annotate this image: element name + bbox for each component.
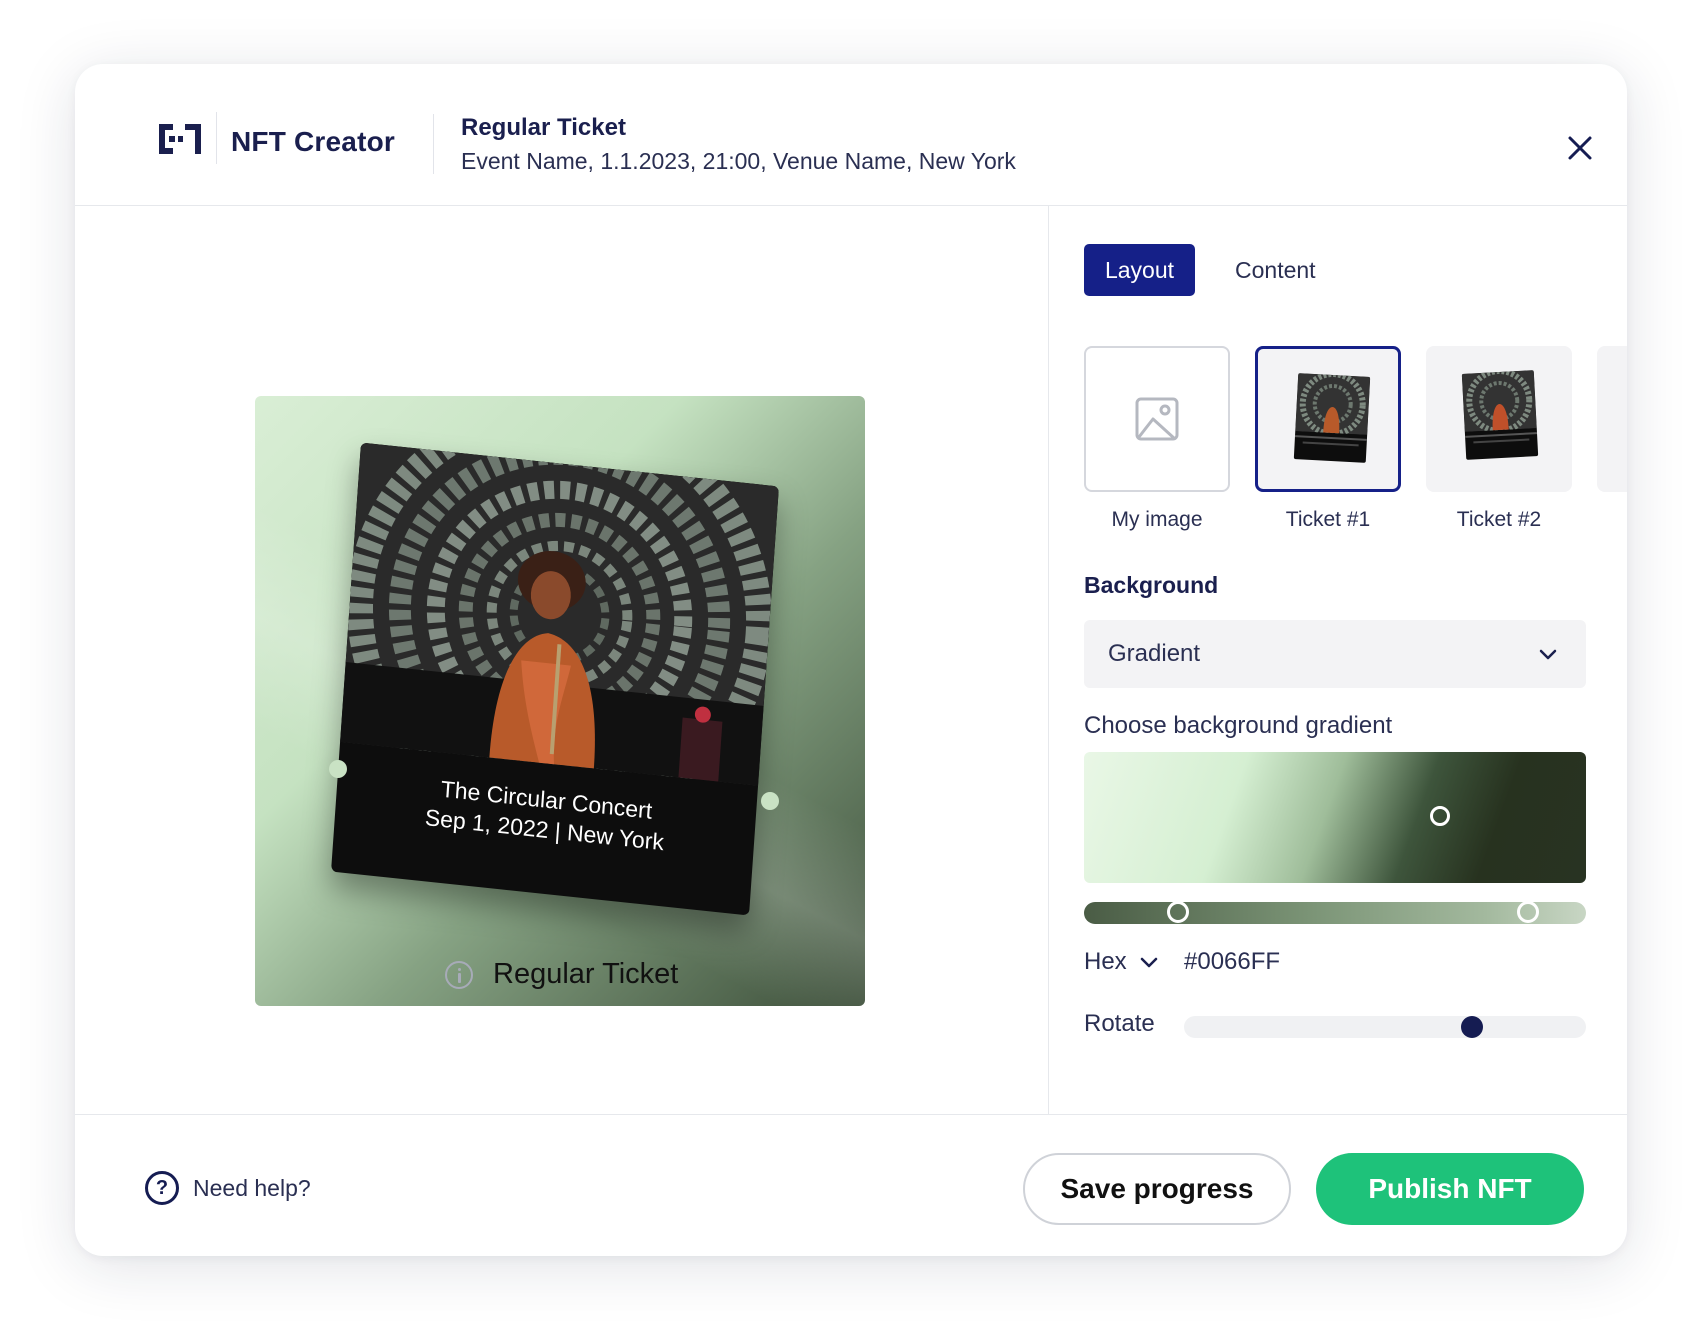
image-placeholder-icon [1135, 397, 1179, 441]
ticket-notch-right [761, 792, 779, 810]
preview-area: The Circular Concert Sep 1, 2022 | New Y… [75, 206, 1049, 1114]
ticket-artwork [340, 442, 779, 786]
mini-ticket-2 [1461, 370, 1539, 460]
rotate-label: Rotate [1084, 1010, 1155, 1037]
save-progress-button[interactable]: Save progress [1023, 1153, 1291, 1225]
background-select[interactable]: Gradient [1084, 620, 1586, 688]
gradient-stop-2[interactable] [1517, 901, 1539, 923]
template-ticket-1[interactable] [1255, 346, 1401, 492]
nft-creator-modal: NFT Creator Regular Ticket Event Name, 1… [75, 64, 1627, 1256]
background-label: Background [1084, 572, 1219, 598]
template-label-my-image: My image [1111, 508, 1203, 531]
info-icon[interactable] [445, 960, 473, 989]
event-info: Event Name, 1.1.2023, 21:00, Venue Name,… [461, 148, 1016, 174]
chevron-down-icon [1140, 957, 1157, 968]
tab-layout[interactable]: Layout [1084, 244, 1195, 296]
color-format-select[interactable]: Hex [1084, 948, 1159, 976]
help-circle-icon: ? [145, 1171, 179, 1205]
settings-panel: Layout Content My image Ticket #1 Ticket… [1049, 206, 1627, 1114]
rotate-slider-thumb[interactable] [1461, 1016, 1483, 1038]
template-label-ticket-1: Ticket #1 [1285, 508, 1371, 531]
caption-text: Regular Ticket [493, 958, 679, 990]
logo-icon [159, 124, 201, 154]
gradient-stop-1[interactable] [1167, 901, 1189, 923]
preview-caption: Regular Ticket [445, 958, 678, 991]
help-text: Need help? [193, 1174, 311, 1201]
template-ticket-2[interactable] [1426, 346, 1572, 492]
close-icon[interactable] [1566, 134, 1594, 162]
template-more[interactable] [1597, 346, 1627, 492]
template-my-image[interactable] [1084, 346, 1230, 492]
logo-divider [216, 112, 217, 164]
mini-ticket-1 [1293, 373, 1371, 463]
chevron-down-icon [1539, 649, 1557, 660]
header-divider [433, 114, 434, 174]
ticket-title: Regular Ticket [461, 114, 626, 141]
brand-name: NFT Creator [231, 126, 395, 157]
rotate-slider[interactable] [1184, 1016, 1586, 1038]
hex-value[interactable]: #0066FF [1184, 948, 1280, 976]
modal-header: NFT Creator Regular Ticket Event Name, 1… [75, 64, 1627, 206]
tab-content[interactable]: Content [1217, 244, 1334, 296]
gradient-label: Choose background gradient [1084, 712, 1393, 739]
nft-preview: The Circular Concert Sep 1, 2022 | New Y… [255, 396, 865, 1006]
gradient-picker[interactable] [1084, 752, 1586, 883]
ticket-card: The Circular Concert Sep 1, 2022 | New Y… [331, 442, 779, 916]
background-select-value: Gradient [1108, 640, 1201, 667]
logo [157, 122, 203, 156]
modal-footer: ? Need help? Save progress Publish NFT [75, 1114, 1627, 1256]
ticket-notch-left [329, 760, 347, 778]
gradient-stops-bar[interactable] [1084, 901, 1586, 924]
template-label-ticket-2: Ticket #2 [1456, 508, 1542, 531]
gradient-handle[interactable] [1430, 806, 1450, 826]
help-link[interactable]: ? Need help? [145, 1171, 311, 1205]
hex-label: Hex [1084, 948, 1127, 975]
publish-nft-button[interactable]: Publish NFT [1316, 1153, 1584, 1225]
